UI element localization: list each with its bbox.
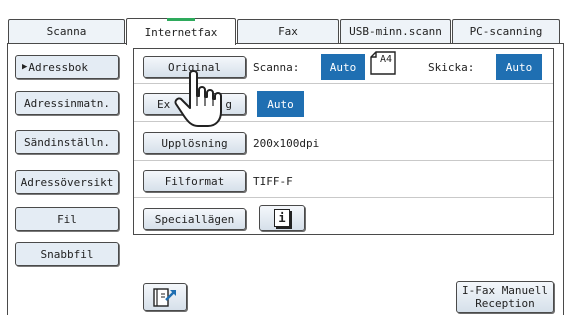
file-format-button[interactable]: Filformat — [143, 170, 246, 192]
tab-label: USB-minn.scann — [349, 25, 442, 38]
pointing-hand-cursor-icon — [174, 70, 222, 127]
sidebar-item-file[interactable]: Fil — [15, 207, 119, 231]
tab-label: PC-scanning — [469, 25, 543, 38]
row-divider — [134, 197, 553, 198]
file-format-button-label: Filformat — [164, 174, 225, 188]
internet-fax-screen: Scanna Internetfax Fax USB-minn.scann PC… — [0, 0, 570, 315]
sidebar-item-address-review[interactable]: Adressöversikt — [15, 170, 119, 194]
sidebar-item-label: Snabbfil — [40, 247, 94, 261]
tab-fax[interactable]: Fax — [237, 19, 339, 43]
exposure-value: Auto — [257, 91, 304, 117]
tab-label: Fax — [278, 25, 298, 38]
ifax-label-line1: I-Fax Manuell — [461, 284, 549, 297]
resolution-button[interactable]: Upplösning — [143, 132, 246, 154]
sidebar-item-address-book[interactable]: ▶ Adressbok — [15, 55, 119, 79]
address-book-shortcut-button[interactable] — [143, 283, 187, 311]
sidebar-item-address-entry[interactable]: Adressinmatn. — [15, 91, 119, 115]
ifax-manual-reception-button[interactable]: I-Fax Manuell Reception — [456, 281, 554, 313]
resolution-value: 200x100dpi — [253, 136, 320, 150]
tab-pc-scanning[interactable]: PC-scanning — [452, 19, 560, 43]
sidebar-item-send-settings[interactable]: Sändinställn. — [15, 130, 119, 154]
sidebar-item-quick-file[interactable]: Snabbfil — [15, 242, 119, 266]
sidebar-item-label: Fil — [57, 212, 77, 226]
ifax-label-line2: Reception — [475, 297, 535, 310]
sidebar-item-label: Adressbok — [28, 60, 89, 74]
tab-scan[interactable]: Scanna — [8, 19, 125, 43]
scan-label: Scanna: — [253, 60, 300, 74]
tab-label: Scanna — [46, 25, 87, 38]
exposure-label-start: Ex — [157, 97, 171, 111]
address-book-icon — [153, 288, 176, 307]
paper-size-label: A4 — [380, 53, 393, 65]
scan-size-value: Auto — [321, 54, 365, 80]
tab-internet-fax[interactable]: Internetfax — [126, 18, 236, 45]
resolution-button-label: Upplösning — [161, 136, 228, 150]
row-divider — [134, 160, 553, 161]
tab-label: Internetfax — [144, 25, 218, 39]
file-format-value: TIFF-F — [253, 174, 293, 188]
special-modes-button-label: Speciallägen — [154, 212, 235, 226]
info-button[interactable]: i — [259, 205, 305, 231]
tab-usb-memory-scan[interactable]: USB-minn.scann — [340, 19, 451, 43]
sidebar-item-label: Adressinmatn. — [23, 96, 111, 110]
selected-arrow-icon: ▶ — [22, 62, 28, 72]
send-label: Skicka: — [428, 60, 475, 74]
info-icon: i — [274, 209, 290, 227]
send-size-value: Auto — [496, 54, 542, 80]
special-modes-button[interactable]: Speciallägen — [143, 208, 246, 230]
sidebar-item-label: Adressöversikt — [20, 175, 114, 189]
sidebar-item-label: Sändinställn. — [23, 135, 111, 149]
